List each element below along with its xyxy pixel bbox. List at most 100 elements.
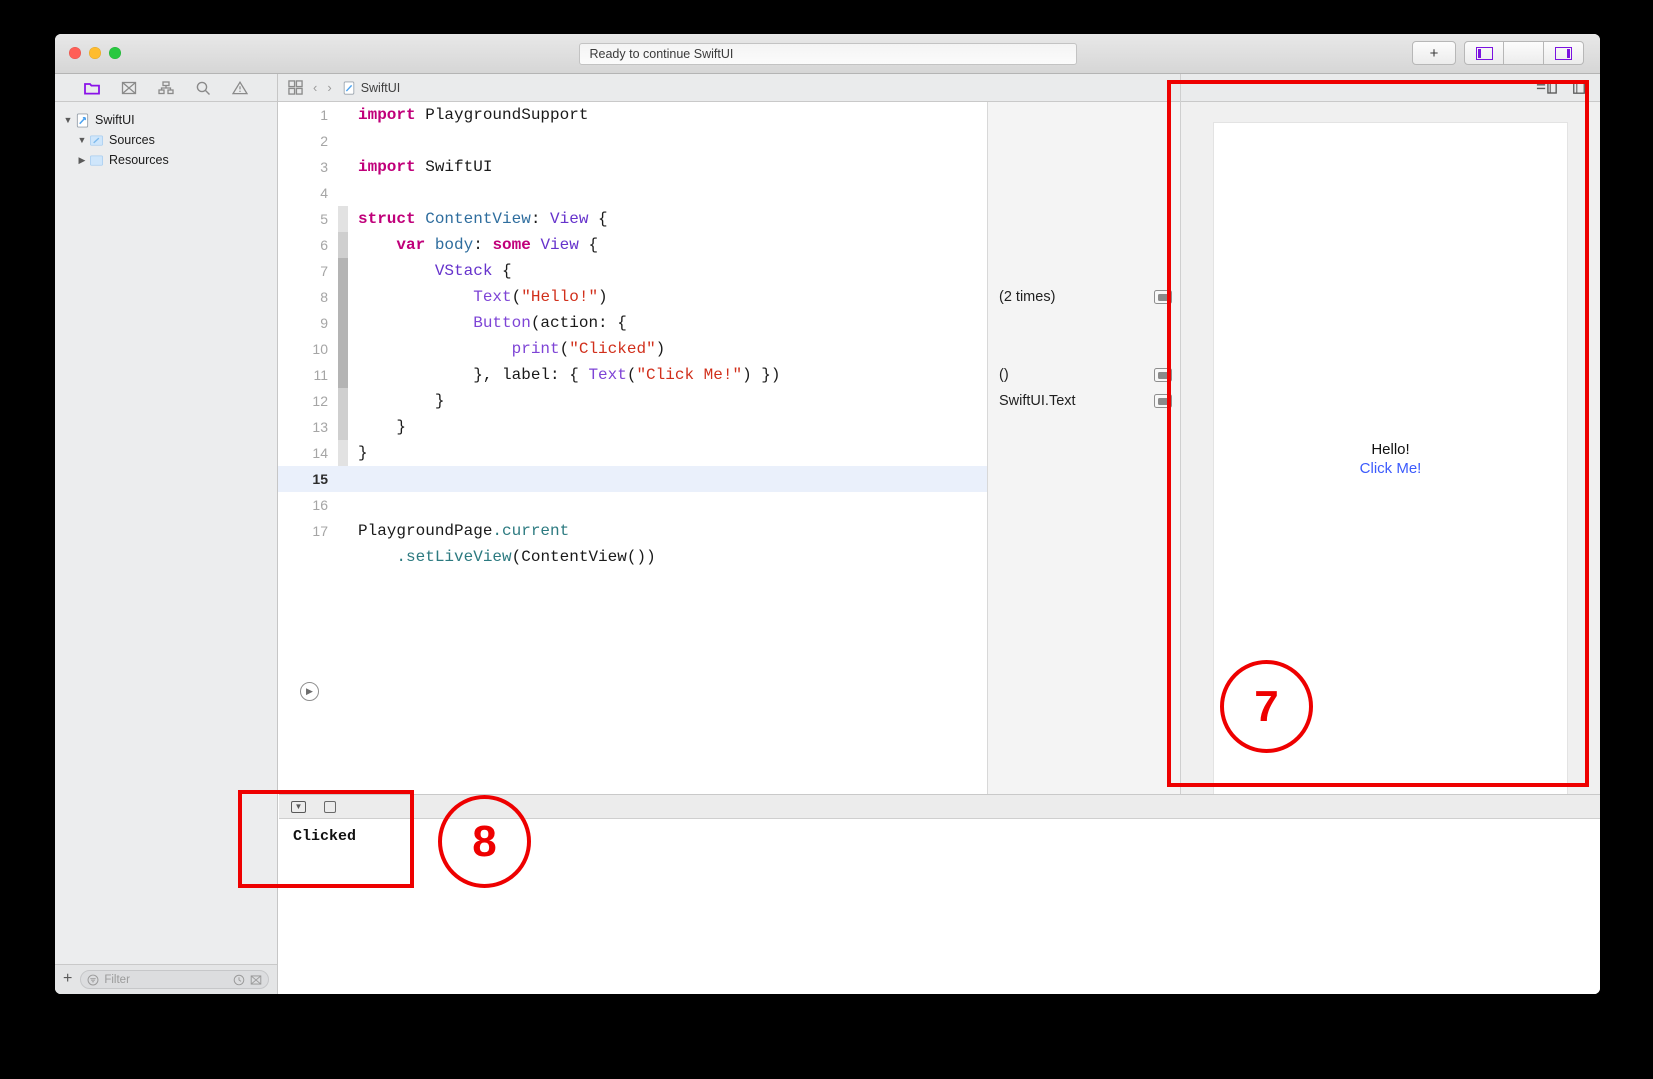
code-fold-ribbon[interactable] bbox=[338, 180, 348, 206]
panel-toggle-group bbox=[1464, 41, 1584, 65]
hierarchy-icon[interactable] bbox=[158, 80, 174, 96]
code-fold-ribbon[interactable] bbox=[338, 466, 348, 492]
folder-blue-icon bbox=[90, 154, 103, 166]
toggle-debug-area-button[interactable] bbox=[1504, 41, 1544, 65]
annotation-marker-7: 7 bbox=[1220, 660, 1313, 753]
search-icon[interactable] bbox=[195, 80, 211, 96]
code-fold-ribbon[interactable] bbox=[338, 440, 348, 466]
code-line[interactable]: 6 var body: some View { bbox=[278, 232, 987, 258]
tree-item-sources[interactable]: Sources bbox=[55, 130, 277, 150]
recent-clock-icon[interactable] bbox=[233, 974, 245, 986]
jumpbar-file[interactable]: SwiftUI bbox=[342, 80, 401, 95]
code-fold-ribbon[interactable] bbox=[338, 284, 348, 310]
code-fold-ribbon[interactable] bbox=[338, 102, 348, 128]
activity-status-field: Ready to continue SwiftUI bbox=[578, 43, 1077, 65]
code-line-text: var body: some View { bbox=[396, 236, 599, 254]
code-line-text: } bbox=[358, 418, 407, 436]
annotation-label: 8 bbox=[472, 816, 497, 866]
inspector-toggle-icon[interactable] bbox=[1572, 80, 1586, 95]
toggle-navigator-button[interactable] bbox=[1464, 41, 1504, 65]
result-value: (2 times) bbox=[999, 289, 1056, 305]
result-value: SwiftUI.Text bbox=[999, 393, 1076, 409]
tree-item-resources[interactable]: Resources bbox=[55, 150, 277, 170]
quick-look-button[interactable] bbox=[1154, 394, 1172, 408]
disclosure-triangle-closed-icon[interactable] bbox=[75, 155, 89, 166]
related-items-icon[interactable] bbox=[288, 80, 303, 95]
tree-item-swiftui[interactable]: SwiftUI bbox=[55, 110, 277, 130]
playground-file-icon bbox=[76, 112, 89, 128]
jumpbar-file-name: SwiftUI bbox=[360, 80, 401, 95]
code-line[interactable]: 17 PlaygroundPage.current bbox=[278, 518, 987, 544]
warning-icon[interactable] bbox=[232, 80, 248, 96]
disclosure-triangle-open-icon[interactable] bbox=[61, 115, 75, 125]
folder-icon[interactable] bbox=[84, 80, 100, 96]
code-line[interactable]: 3 import SwiftUI bbox=[278, 154, 987, 180]
source-control-filter-icon[interactable] bbox=[250, 974, 262, 986]
code-fold-ribbon[interactable] bbox=[338, 206, 348, 232]
code-line[interactable]: 7 VStack { bbox=[278, 258, 987, 284]
close-window-button[interactable] bbox=[69, 47, 81, 59]
folder-blue-icon bbox=[90, 134, 103, 146]
execute-playground-icon[interactable]: ▶ bbox=[300, 682, 319, 701]
tree-item-label: Sources bbox=[109, 133, 155, 147]
code-line[interactable]: 13 } bbox=[278, 414, 987, 440]
code-fold-ribbon[interactable] bbox=[338, 310, 348, 336]
project-navigator-tree: SwiftUI Sources bbox=[55, 102, 277, 964]
code-line[interactable]: .setLiveView(ContentView()) bbox=[278, 544, 987, 570]
code-line-text: }, label: { Text("Click Me!") }) bbox=[358, 366, 781, 384]
code-line[interactable]: 8 Text("Hello!") bbox=[278, 284, 987, 310]
quick-look-button[interactable] bbox=[1154, 368, 1172, 382]
code-line-text: } bbox=[358, 444, 368, 462]
annotation-marker-8: 8 bbox=[438, 795, 531, 888]
minimize-window-button[interactable] bbox=[89, 47, 101, 59]
add-file-button[interactable]: + bbox=[63, 970, 72, 989]
code-line[interactable]: 1 import PlaygroundSupport bbox=[278, 102, 987, 128]
disclosure-triangle-open-icon[interactable] bbox=[75, 135, 89, 145]
code-line[interactable]: 15 bbox=[278, 466, 987, 492]
layout-mode-icon[interactable] bbox=[1536, 80, 1558, 95]
filter-field[interactable]: Filter bbox=[80, 970, 269, 989]
code-fold-ribbon[interactable] bbox=[338, 518, 348, 544]
line-number: 17 bbox=[312, 523, 328, 539]
status-text: Ready to continue SwiftUI bbox=[589, 47, 734, 61]
code-fold-ribbon[interactable] bbox=[338, 362, 348, 388]
code-line[interactable]: 5 struct ContentView: View { bbox=[278, 206, 987, 232]
code-line[interactable]: 9 Button(action: { bbox=[278, 310, 987, 336]
maximize-window-button[interactable] bbox=[109, 47, 121, 59]
code-fold-ribbon[interactable] bbox=[338, 414, 348, 440]
stop-square-icon[interactable] bbox=[324, 800, 336, 813]
code-fold-ribbon[interactable] bbox=[338, 544, 348, 570]
code-fold-ribbon[interactable] bbox=[338, 388, 348, 414]
result-value: () bbox=[999, 367, 1009, 383]
code-line[interactable]: 12 } bbox=[278, 388, 987, 414]
console-filter-icon[interactable]: ▼ bbox=[291, 800, 306, 813]
code-line-text: .setLiveView(ContentView()) bbox=[396, 548, 656, 566]
code-fold-ribbon[interactable] bbox=[338, 258, 348, 284]
add-button[interactable]: + bbox=[1412, 41, 1456, 65]
toggle-inspector-button[interactable] bbox=[1544, 41, 1584, 65]
annotation-label: 7 bbox=[1254, 681, 1279, 731]
chevron-right-icon[interactable]: › bbox=[327, 80, 331, 95]
code-line[interactable]: 2 bbox=[278, 128, 987, 154]
source-control-icon[interactable] bbox=[121, 80, 137, 96]
line-number: 11 bbox=[313, 367, 328, 383]
code-line[interactable]: 16 bbox=[278, 492, 987, 518]
xcode-window: Ready to continue SwiftUI + ▼ SwiftUI ▼ … bbox=[55, 34, 1600, 994]
code-line[interactable]: 11 }, label: { Text("Click Me!") }) bbox=[278, 362, 987, 388]
code-line-text: print("Clicked") bbox=[511, 340, 666, 358]
preview-click-button[interactable]: Click Me! bbox=[1360, 460, 1422, 477]
code-line[interactable]: 14} bbox=[278, 440, 987, 466]
quick-look-button[interactable] bbox=[1154, 290, 1172, 304]
code-line[interactable]: 4 bbox=[278, 180, 987, 206]
line-number: 16 bbox=[312, 497, 328, 513]
code-fold-ribbon[interactable] bbox=[338, 336, 348, 362]
preview-hello-text: Hello! bbox=[1371, 441, 1410, 458]
code-fold-ribbon[interactable] bbox=[338, 128, 348, 154]
code-line[interactable]: 10 print("Clicked") bbox=[278, 336, 987, 362]
code-fold-ribbon[interactable] bbox=[338, 154, 348, 180]
code-fold-ribbon[interactable] bbox=[338, 492, 348, 518]
chevron-left-icon[interactable]: ‹ bbox=[313, 80, 317, 95]
code-line-text: } bbox=[358, 392, 445, 410]
code-fold-ribbon[interactable] bbox=[338, 232, 348, 258]
traffic-lights bbox=[69, 47, 121, 59]
